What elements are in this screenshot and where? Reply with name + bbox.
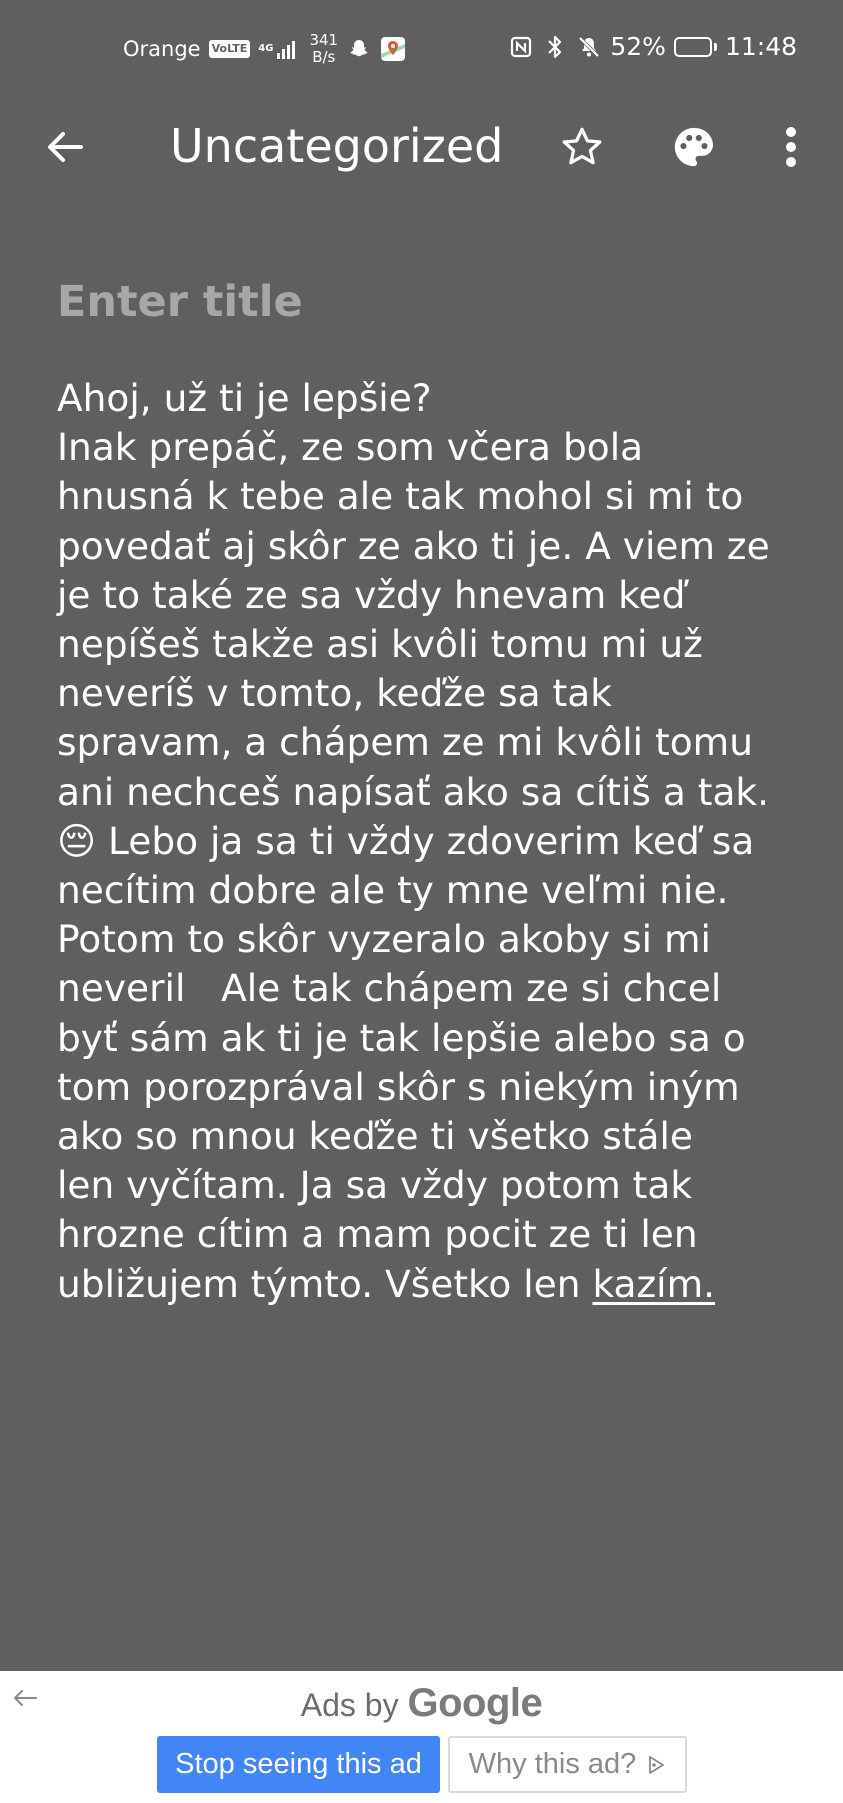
note-body-line: ani nechceš napísať ako sa cítiš a tak. bbox=[57, 768, 817, 817]
note-body-line-text: Potom to skôr vyzeralo akoby si mi bbox=[57, 917, 711, 962]
data-rate-value: 341 bbox=[309, 31, 339, 49]
note-body-line-text: tom porozprával skôr s niekým iným bbox=[57, 1064, 740, 1109]
note-body-line-text: neveríš v tomto, keďže sa tak bbox=[57, 671, 612, 716]
palette-icon bbox=[674, 127, 713, 167]
note-body-line: ubližujem týmto. Všetko len kazím. bbox=[57, 1260, 817, 1309]
note-body[interactable]: Ahoj, už ti je lepšie? Inak prepáč, ze so… bbox=[57, 374, 817, 1309]
signal-icon bbox=[277, 39, 296, 59]
note-body-line-text: hrozne cítim a mam pocit ze ti len bbox=[57, 1212, 698, 1257]
note-body-line: neveríš v tomto, keďže sa tak bbox=[57, 669, 817, 718]
note-body-line-text: ani nechceš napísať ako sa cítiš a tak. bbox=[57, 769, 770, 814]
status-bar-right: 52% 11:48 bbox=[508, 32, 797, 61]
note-body-line: necítim dobre ale ty mne veľmi nie. bbox=[57, 866, 817, 915]
color-palette-button[interactable] bbox=[667, 120, 721, 174]
data-rate-unit: B/s bbox=[312, 48, 336, 66]
app-bar: Uncategorized bbox=[0, 96, 843, 196]
note-body-line: spravam, a chápem ze mi kvôli tomu bbox=[57, 718, 817, 767]
more-options-button[interactable] bbox=[766, 120, 816, 174]
nfc-icon bbox=[508, 34, 534, 60]
note-body-line-text: spravam, a chápem ze mi kvôli tomu bbox=[57, 720, 753, 765]
ads-by-label: Ads by Google bbox=[0, 1681, 843, 1727]
battery-icon bbox=[673, 36, 717, 57]
note-body-line: neveril Ale tak chápem ze si chcel bbox=[57, 964, 817, 1013]
more-vert-icon bbox=[786, 127, 796, 167]
note-title-input[interactable] bbox=[57, 270, 797, 334]
note-body-line: povedať aj skôr ze ako ti je. A viem ze bbox=[57, 522, 817, 571]
note-body-line: je to také ze sa vždy hnevam keď bbox=[57, 571, 817, 620]
note-body-line-text: Ahoj, už ti je lepšie? bbox=[57, 376, 432, 420]
note-body-line: hrozne cítim a mam pocit ze ti len bbox=[57, 1210, 817, 1259]
back-button[interactable] bbox=[40, 122, 90, 172]
note-body-line-text: nepíšeš takže asi kvôli tomu mi už bbox=[57, 622, 703, 667]
status-bar-left: Orange VoLTE 4G 341 B/s bbox=[123, 32, 406, 66]
mute-icon bbox=[576, 34, 602, 60]
star-icon bbox=[562, 127, 602, 165]
note-body-line-text: neveril Ale tak chápem ze si chcel bbox=[57, 966, 722, 1011]
maps-icon bbox=[380, 36, 406, 62]
note-body-line: Inak prepáč, ze som včera bola bbox=[57, 423, 817, 472]
why-this-ad-button[interactable]: Why this ad? bbox=[448, 1736, 687, 1793]
stop-seeing-ad-button[interactable]: Stop seeing this ad bbox=[157, 1736, 440, 1793]
note-body-line: Ahoj, už ti je lepšie? bbox=[57, 374, 817, 423]
category-title[interactable]: Uncategorized bbox=[170, 116, 503, 176]
note-body-line-text: len vyčítam. Ja sa vždy potom tak bbox=[57, 1163, 693, 1208]
note-body-line: 😔 Lebo ja sa ti vždy zdoverim keď sa bbox=[57, 817, 817, 866]
battery-percent: 52% bbox=[610, 32, 666, 61]
favorite-button[interactable] bbox=[555, 120, 609, 174]
ad-banner: Ads by Google Stop seeing this ad Why th… bbox=[0, 1671, 843, 1803]
adchoices-icon bbox=[649, 1755, 665, 1774]
spellcheck-underlined-word[interactable]: kazím. bbox=[592, 1262, 715, 1306]
note-body-line-text: ako so mnou keďže ti všetko stále bbox=[57, 1114, 693, 1159]
note-body-line: nepíšeš takže asi kvôli tomu mi už bbox=[57, 620, 817, 669]
note-body-line: Potom to skôr vyzeralo akoby si mi bbox=[57, 915, 817, 964]
note-body-line-text: hnusná k tebe ale tak mohol si mi to bbox=[57, 474, 744, 519]
note-body-line-text: necítim dobre ale ty mne veľmi nie. bbox=[57, 868, 729, 913]
ads-by-text: Ads by bbox=[300, 1687, 399, 1723]
clock: 11:48 bbox=[724, 32, 797, 61]
back-arrow-icon bbox=[48, 132, 83, 162]
ads-brand: Google bbox=[407, 1681, 543, 1725]
note-body-line-text: povedať aj skôr ze ako ti je. A viem ze bbox=[57, 523, 770, 568]
note-body-line: hnusná k tebe ale tak mohol si mi to bbox=[57, 472, 817, 521]
note-body-line-text: je to také ze sa vždy hnevam keď bbox=[57, 572, 686, 617]
bluetooth-icon bbox=[542, 34, 568, 60]
note-body-line: len vyčítam. Ja sa vždy potom tak bbox=[57, 1161, 817, 1210]
volte-badge: VoLTE bbox=[208, 40, 251, 58]
network-type: 4G bbox=[258, 43, 274, 54]
note-body-line: byť sám ak ti je tak lepšie alebo sa o bbox=[57, 1014, 817, 1063]
carrier-name: Orange bbox=[123, 37, 201, 61]
note-body-line-text: Inak prepáč, ze som včera bola bbox=[57, 425, 644, 470]
note-body-line: tom porozprával skôr s niekým iným bbox=[57, 1063, 817, 1112]
note-body-line: ako so mnou keďže ti všetko stále bbox=[57, 1112, 817, 1161]
data-rate: 341 B/s bbox=[309, 32, 338, 66]
note-body-line-text: 😔 Lebo ja sa ti vždy zdoverim keď sa bbox=[57, 818, 755, 863]
note-body-line-text: byť sám ak ti je tak lepšie alebo sa o bbox=[57, 1015, 746, 1060]
note-body-line-text: ubližujem týmto. Všetko len bbox=[57, 1261, 593, 1306]
status-bar: Orange VoLTE 4G 341 B/s 52% 11:48 bbox=[0, 0, 843, 96]
snapchat-icon bbox=[346, 36, 372, 62]
why-this-ad-label: Why this ad? bbox=[468, 1748, 637, 1780]
